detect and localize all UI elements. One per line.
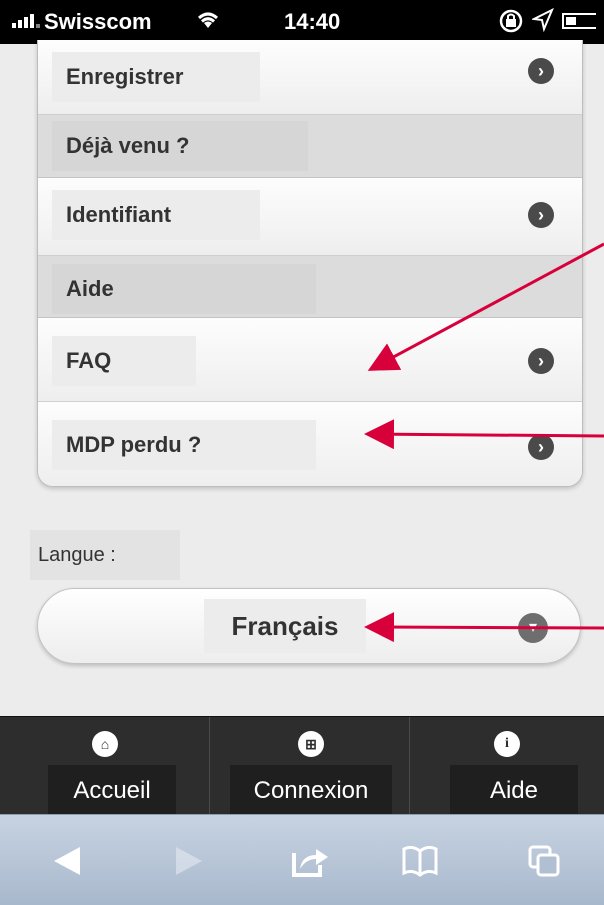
menu-item-label: FAQ [52, 336, 196, 386]
browser-toolbar [0, 814, 604, 905]
tab-help[interactable]: i Aide [410, 717, 604, 817]
battery-icon [562, 13, 596, 29]
tab-bar: ⌂ Accueil ⊞ Connexion i Aide [0, 716, 604, 817]
chevron-right-icon: › [528, 348, 554, 374]
tab-label: Connexion [230, 765, 392, 817]
menu-item-faq[interactable]: FAQ › [38, 318, 582, 402]
chevron-right-icon: › [528, 58, 554, 84]
menu-item-login-id[interactable]: Identifiant › [38, 178, 582, 256]
section-label: Déjà venu ? [52, 121, 308, 171]
tab-home[interactable]: ⌂ Accueil [0, 717, 210, 817]
menu-item-lost-password[interactable]: MDP perdu ? › [38, 402, 582, 486]
chevron-right-icon: › [528, 202, 554, 228]
status-bar: Swisscom 14:40 [0, 0, 604, 44]
signal-strength-icon [12, 12, 40, 28]
forward-arrow-icon[interactable] [170, 843, 206, 884]
share-icon[interactable] [290, 843, 330, 884]
bookmarks-icon[interactable] [400, 843, 440, 884]
rotation-lock-icon [498, 8, 524, 40]
menu-item-label: MDP perdu ? [52, 420, 316, 470]
language-selected-value: Français [204, 599, 366, 653]
language-label: Langue : [30, 530, 180, 580]
chevron-right-icon: › [528, 434, 554, 460]
section-header-help: Aide [38, 256, 582, 318]
menu-list: Enregistrer › Déjà venu ? Identifiant › … [37, 40, 583, 487]
menu-item-label: Identifiant [52, 190, 260, 240]
menu-item-label: Enregistrer [52, 52, 260, 102]
back-arrow-icon[interactable] [50, 843, 86, 884]
chevron-down-icon: ▾ [518, 613, 548, 643]
home-icon: ⌂ [92, 731, 118, 757]
tab-login[interactable]: ⊞ Connexion [210, 717, 410, 817]
menu-item-register[interactable]: Enregistrer › [38, 40, 582, 115]
location-icon [530, 7, 554, 38]
tabs-icon[interactable] [526, 843, 566, 884]
section-header-already: Déjà venu ? [38, 115, 582, 178]
clock: 14:40 [284, 9, 341, 34]
language-select[interactable]: Français ▾ [37, 588, 581, 664]
wifi-icon [195, 10, 221, 36]
info-icon: i [494, 731, 520, 757]
tab-label: Accueil [48, 765, 176, 817]
carrier-name: Swisscom [44, 9, 152, 34]
grid-icon: ⊞ [298, 731, 324, 757]
section-label: Aide [52, 264, 316, 314]
tab-label: Aide [450, 765, 578, 817]
